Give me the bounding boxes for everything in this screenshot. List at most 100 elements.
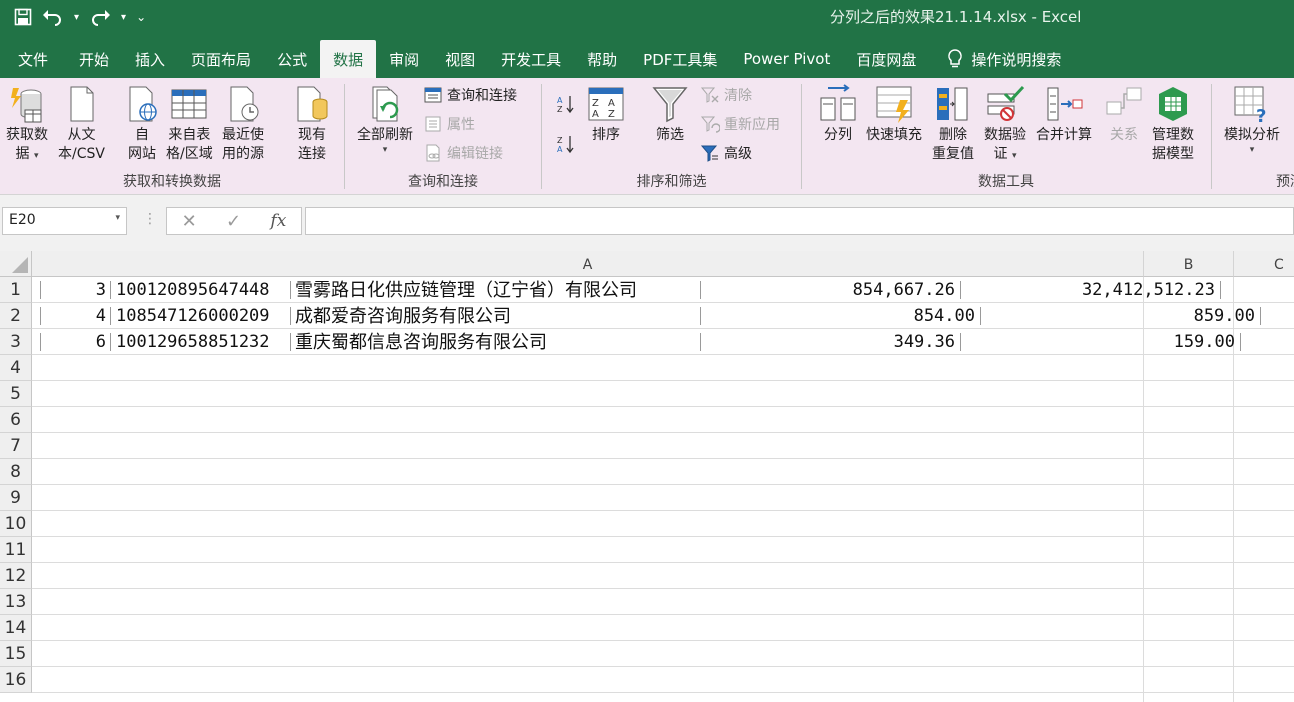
row-header-12[interactable]: 12 (0, 563, 32, 589)
filter-button[interactable]: 筛选 (650, 84, 690, 145)
name-box-dropdown-icon[interactable]: ▾ (115, 213, 120, 223)
column-header-b[interactable]: B (1144, 251, 1234, 277)
tab-insert[interactable]: 插入 (122, 40, 178, 78)
from-text-csv-button[interactable]: 从文 本/CSV (58, 84, 105, 164)
properties-button[interactable]: 属性 (423, 113, 475, 135)
clear-filter-button[interactable]: 清除 (700, 84, 752, 106)
row-header-16[interactable]: 16 (0, 667, 32, 693)
row-header-11[interactable]: 11 (0, 537, 32, 563)
row-header-13[interactable]: 13 (0, 589, 32, 615)
row-header-15[interactable]: 15 (0, 641, 32, 667)
tab-data[interactable]: 数据 (320, 40, 377, 78)
consolidate-button[interactable]: 合并计算 (1036, 84, 1092, 145)
refresh-icon (372, 86, 399, 122)
text-to-columns-button[interactable]: 分列 (818, 84, 858, 145)
cell-row3-amount2: 159.00 (1173, 332, 1235, 352)
row-header-9[interactable]: 9 (0, 485, 32, 511)
row-header-6[interactable]: 6 (0, 407, 32, 433)
relationships-icon (1106, 87, 1142, 115)
relationships-label: 关系 (1110, 127, 1138, 143)
data-validation-button[interactable]: 数据验 证 ▾ (984, 84, 1026, 164)
formula-bar-grip-icon[interactable]: ⋮ (143, 211, 157, 227)
customize-qat-button[interactable]: ⌄ (136, 4, 146, 30)
from-web-button[interactable]: 自 网站 (122, 84, 162, 164)
tell-me-label: 操作说明搜索 (971, 50, 1062, 69)
insert-function-icon[interactable]: fx (270, 211, 286, 231)
ribbon: 获取数 据 ▾ 从文 本/CSV 自 网站 来自表 格/区域 最近使 用的源 现… (0, 78, 1294, 195)
advanced-filter-button[interactable]: 高级 (700, 142, 752, 164)
undo-dropdown-icon[interactable]: ▾ (74, 4, 79, 30)
queries-connections-button[interactable]: 查询和连接 (423, 84, 517, 106)
data-validation-icon (987, 85, 1025, 121)
redo-dropdown-icon[interactable]: ▾ (121, 4, 126, 30)
gridline (32, 406, 1294, 407)
group-sort-filter: AZ ZA ZAAZ 排序 筛选 清除 重新应用 高级 排序和筛选 (542, 78, 801, 194)
cell-row1-amount1: 854,667.26 (852, 280, 955, 300)
gridline (32, 562, 1294, 563)
tab-help[interactable]: 帮助 (574, 40, 630, 78)
worksheet-grid[interactable]: A B C 1 2 3 4 5 6 7 8 9 10 11 12 13 14 1… (0, 251, 1294, 702)
name-box[interactable]: E20 ▾ (2, 207, 127, 235)
sort-descending-button[interactable]: ZA (556, 133, 580, 155)
column-header-a[interactable]: A (32, 251, 1144, 277)
tab-baidu-netdisk[interactable]: 百度网盘 (843, 40, 929, 78)
manage-data-model-button[interactable]: 管理数 据模型 (1152, 84, 1194, 164)
row-header-2[interactable]: 2 (0, 303, 32, 329)
row-header-1[interactable]: 1 (0, 277, 32, 303)
tab-view[interactable]: 视图 (432, 40, 488, 78)
tell-me-search[interactable]: 操作说明搜索 (929, 40, 1074, 78)
refresh-all-button[interactable]: 全部刷新 ▾ (357, 84, 413, 155)
quick-access-toolbar: ▾ ▾ ⌄ (14, 4, 146, 30)
redo-button[interactable] (89, 4, 111, 30)
dropdown-icon: ▾ (1249, 145, 1255, 155)
data-model-label-1: 管理数 (1152, 127, 1194, 143)
row-header-10[interactable]: 10 (0, 511, 32, 537)
remove-duplicates-button[interactable]: 删除 重复值 (932, 84, 974, 164)
consolidate-icon (1047, 87, 1083, 121)
clear-label: 清除 (724, 88, 752, 104)
clear-filter-icon (700, 87, 719, 103)
what-if-analysis-button[interactable]: ? 模拟分析 ▾ (1224, 84, 1280, 155)
relationships-button[interactable]: 关系 (1104, 84, 1144, 145)
row-header-3[interactable]: 3 (0, 329, 32, 355)
formula-input[interactable] (305, 207, 1294, 235)
edit-links-button[interactable]: 编辑链接 (423, 142, 503, 164)
properties-label: 属性 (447, 117, 475, 133)
row-header-7[interactable]: 7 (0, 433, 32, 459)
reapply-button[interactable]: 重新应用 (700, 113, 780, 135)
tab-page-layout[interactable]: 页面布局 (178, 40, 264, 78)
gridline (32, 536, 1294, 537)
column-header-c[interactable]: C (1234, 251, 1294, 277)
save-button[interactable] (14, 4, 32, 30)
get-data-button[interactable]: 获取数 据 ▾ (6, 84, 48, 164)
enter-icon[interactable]: ✓ (226, 211, 241, 232)
existing-connections-icon (297, 86, 328, 122)
tab-pdf-tools[interactable]: PDF工具集 (630, 40, 730, 78)
tab-developer[interactable]: 开发工具 (488, 40, 574, 78)
undo-icon (43, 10, 61, 26)
row-header-8[interactable]: 8 (0, 459, 32, 485)
formula-bar: E20 ▾ ⋮ ✕ ✓ fx (0, 195, 1294, 251)
existing-connections-button[interactable]: 现有 连接 (292, 84, 332, 164)
row-header-14[interactable]: 14 (0, 615, 32, 641)
group-queries-connections: 全部刷新 ▾ 查询和连接 属性 编辑链接 查询和连接 (345, 78, 541, 194)
flash-fill-button[interactable]: 快速填充 (866, 84, 922, 145)
svg-text:A: A (557, 96, 563, 105)
cancel-icon[interactable]: ✕ (182, 211, 197, 232)
row-header-5[interactable]: 5 (0, 381, 32, 407)
svg-text:A: A (557, 145, 563, 154)
recent-sources-button[interactable]: 最近使 用的源 (222, 84, 264, 164)
gridline (32, 432, 1294, 433)
tab-formulas[interactable]: 公式 (264, 40, 320, 78)
row-header-4[interactable]: 4 (0, 355, 32, 381)
undo-button[interactable] (42, 4, 64, 30)
select-all-corner[interactable] (0, 251, 32, 277)
what-if-icon: ? (1234, 86, 1266, 124)
tab-file[interactable]: 文件 (4, 40, 66, 78)
tab-review[interactable]: 审阅 (376, 40, 432, 78)
sort-button[interactable]: ZAAZ 排序 (586, 84, 626, 145)
sort-ascending-button[interactable]: AZ (556, 93, 580, 115)
tab-power-pivot[interactable]: Power Pivot (730, 40, 843, 78)
tab-home[interactable]: 开始 (66, 40, 122, 78)
from-table-range-button[interactable]: 来自表 格/区域 (166, 84, 213, 164)
